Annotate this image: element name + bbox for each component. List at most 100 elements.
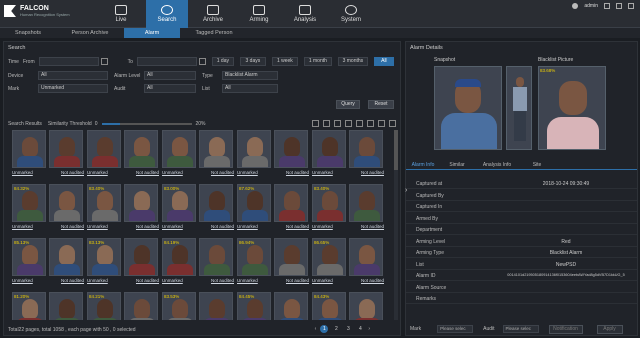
prev-page-icon[interactable]: ‹ xyxy=(315,326,317,332)
blacklist-thumbnail[interactable] xyxy=(274,292,308,320)
unmarked-link[interactable]: Unmarked xyxy=(237,224,258,229)
not-audited-link[interactable]: Not audited xyxy=(211,278,234,283)
range-1-month[interactable]: 1 month xyxy=(303,57,332,66)
result-card[interactable]: 83.00% Unmarked Not audited xyxy=(162,184,234,236)
range-1-day[interactable]: 1 day xyxy=(211,57,234,66)
nav-system[interactable]: System xyxy=(330,0,372,28)
snapshot-thumbnail[interactable]: 83.13% xyxy=(87,238,121,276)
unmarked-link[interactable]: Unmarked xyxy=(237,170,258,175)
close-icon[interactable] xyxy=(628,3,634,9)
range-3-months[interactable]: 3 months xyxy=(337,57,368,66)
result-card[interactable]: Unmarked Not audited xyxy=(312,130,384,182)
audit-select[interactable]: All xyxy=(144,84,196,93)
unmarked-link[interactable]: Unmarked xyxy=(87,170,108,175)
next-page-icon[interactable]: › xyxy=(368,326,370,332)
results-scrollbar[interactable] xyxy=(394,130,398,320)
range-1-week[interactable]: 1 week xyxy=(271,57,298,66)
unmarked-link[interactable]: Unmarked xyxy=(312,224,333,229)
to-field[interactable] xyxy=(136,57,197,66)
blacklist-image[interactable]: 83.68% xyxy=(538,66,606,150)
blacklist-thumbnail[interactable] xyxy=(124,238,158,276)
blacklist-thumbnail[interactable] xyxy=(49,184,83,222)
nav-arming[interactable]: Arming xyxy=(238,0,280,28)
notification-button[interactable]: Notification xyxy=(548,324,583,334)
tab-alarm-info[interactable]: Alarm Info xyxy=(406,160,440,169)
nav-search[interactable]: Search xyxy=(146,0,188,28)
refresh-icon[interactable] xyxy=(323,120,330,127)
blacklist-thumbnail[interactable] xyxy=(199,184,233,222)
tab-site[interactable]: Site xyxy=(520,160,554,169)
blacklist-thumbnail[interactable] xyxy=(124,130,158,168)
blacklist-thumbnail[interactable] xyxy=(349,238,383,276)
snapshot-thumbnail[interactable]: 84.19% xyxy=(162,238,196,276)
blacklist-thumbnail[interactable] xyxy=(49,238,83,276)
snapshot-image[interactable] xyxy=(434,66,502,150)
snapshot-thumbnail[interactable] xyxy=(237,130,271,168)
blacklist-thumbnail[interactable] xyxy=(274,184,308,222)
not-audited-link[interactable]: Not audited xyxy=(286,278,309,283)
result-card[interactable]: 83.13% Unmarked Not audited xyxy=(87,238,159,290)
result-card[interactable]: 84.43%UnmarkedNot audited xyxy=(312,292,384,320)
list-select[interactable]: All xyxy=(222,84,278,93)
unmarked-link[interactable]: Unmarked xyxy=(12,278,33,283)
snapshot-thumbnail[interactable]: 84.32% xyxy=(12,184,46,222)
unmarked-link[interactable]: Unmarked xyxy=(162,170,183,175)
page-1[interactable]: 1 xyxy=(320,325,329,333)
range-3-days[interactable]: 3 days xyxy=(239,57,266,66)
scrollbar-thumb[interactable] xyxy=(394,130,398,170)
snapshot-thumbnail[interactable]: 83.00% xyxy=(162,184,196,222)
unmarked-link[interactable]: Unmarked xyxy=(162,224,183,229)
snapshot-thumbnail[interactable]: 87.62% xyxy=(237,184,271,222)
username[interactable]: admin xyxy=(584,3,598,9)
list-view-icon[interactable] xyxy=(389,120,396,127)
not-audited-link[interactable]: Not audited xyxy=(211,170,234,175)
snapshot-thumbnail[interactable] xyxy=(87,130,121,168)
page-3[interactable]: 3 xyxy=(344,325,352,333)
download-icon[interactable] xyxy=(367,120,374,127)
result-card[interactable]: 83.40% Unmarked Not audited xyxy=(312,184,384,236)
snapshot-full-image[interactable] xyxy=(506,66,532,150)
snapshot-thumbnail[interactable]: 84.21% xyxy=(87,292,121,320)
detail-audit-select[interactable]: Please selec xyxy=(502,325,539,333)
blacklist-thumbnail[interactable] xyxy=(199,238,233,276)
blacklist-thumbnail[interactable] xyxy=(349,130,383,168)
tab-snapshots[interactable]: Snapshots xyxy=(0,28,56,38)
unmarked-link[interactable]: Unmarked xyxy=(12,224,33,229)
calendar-icon[interactable] xyxy=(198,58,206,65)
unmarked-link[interactable]: Unmarked xyxy=(312,170,333,175)
from-field[interactable] xyxy=(38,57,99,66)
alarm-level-select[interactable]: All xyxy=(144,71,196,80)
unmarked-link[interactable]: Unmarked xyxy=(12,170,33,175)
result-card[interactable]: 84.45%UnmarkedNot audited xyxy=(237,292,309,320)
result-card[interactable]: 86.94% Unmarked Not audited xyxy=(237,238,309,290)
result-card[interactable]: 84.21%UnmarkedNot audited xyxy=(87,292,159,320)
blacklist-thumbnail[interactable] xyxy=(274,130,308,168)
result-card[interactable]: 87.62% Unmarked Not audited xyxy=(237,184,309,236)
snapshot-thumbnail[interactable]: 85.13% xyxy=(12,238,46,276)
threshold-slider[interactable] xyxy=(101,122,192,125)
not-audited-link[interactable]: Not audited xyxy=(361,278,384,283)
select-all-icon[interactable] xyxy=(312,120,319,127)
not-audited-link[interactable]: Not audited xyxy=(211,224,234,229)
blacklist-thumbnail[interactable] xyxy=(274,238,308,276)
blacklist-thumbnail[interactable] xyxy=(49,130,83,168)
range-all[interactable]: All xyxy=(373,57,394,66)
unmarked-link[interactable]: Unmarked xyxy=(237,278,258,283)
not-audited-link[interactable]: Not audited xyxy=(61,224,84,229)
snapshot-thumbnail[interactable]: 83.40% xyxy=(87,184,121,222)
unmarked-link[interactable]: Unmarked xyxy=(87,224,108,229)
blacklist-thumbnail[interactable] xyxy=(349,292,383,320)
snapshot-thumbnail[interactable]: 81.20% xyxy=(12,292,46,320)
detail-mark-select[interactable]: Please selec xyxy=(437,325,474,333)
page-4[interactable]: 4 xyxy=(356,325,364,333)
type-select[interactable]: Blacklist Alarm xyxy=(222,71,278,80)
image-icon[interactable] xyxy=(345,120,352,127)
nav-analysis[interactable]: Analysis xyxy=(284,0,326,28)
snapshot-thumbnail[interactable]: 83.53% xyxy=(162,292,196,320)
snapshot-thumbnail[interactable]: 86.65% xyxy=(312,238,346,276)
minimize-icon[interactable] xyxy=(604,3,610,9)
blacklist-thumbnail[interactable] xyxy=(199,130,233,168)
edit-icon[interactable] xyxy=(356,120,363,127)
apply-button[interactable]: Apply xyxy=(596,324,623,334)
snapshot-thumbnail[interactable]: 84.43% xyxy=(312,292,346,320)
